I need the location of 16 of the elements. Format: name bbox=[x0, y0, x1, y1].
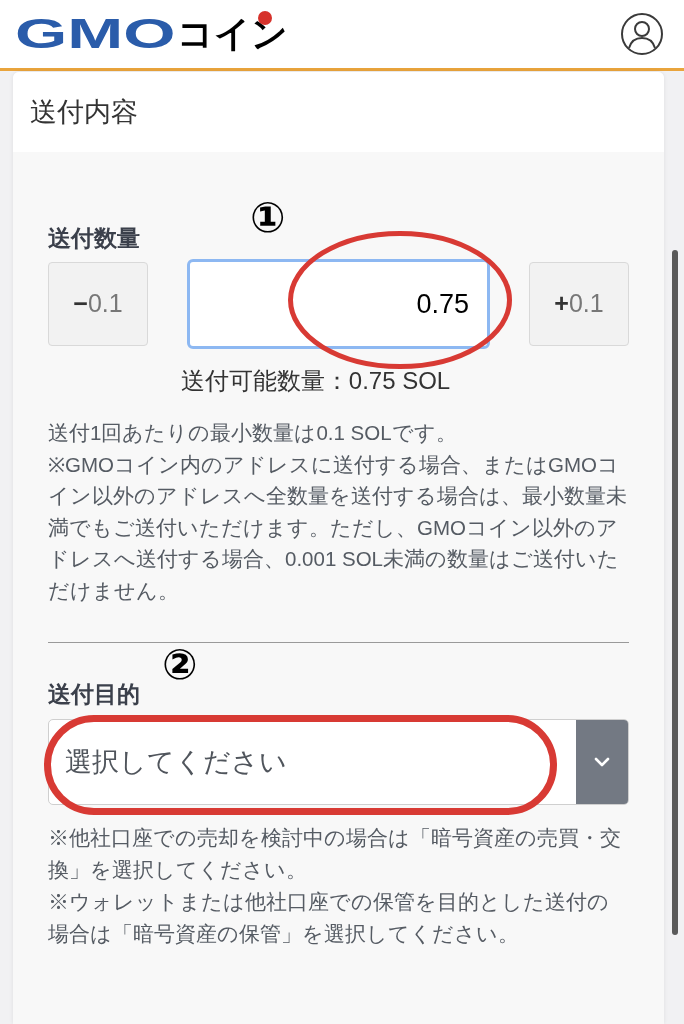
increment-button[interactable]: +0.1 bbox=[529, 262, 629, 346]
note-text: 送付1回あたりの最小数量は0.1 SOLです。 bbox=[48, 420, 458, 446]
decrement-button[interactable]: −0.1 bbox=[48, 262, 148, 346]
step-marker: ② bbox=[162, 643, 198, 687]
note-text: ※ウォレットまたは他社口座での保管を目的とした送付の場合は「暗号資産の保管」を選択してください。 bbox=[48, 889, 610, 947]
note-text: ※GMOコイン内のアドレスに送付する場合、またはGMOコイン以外のアドレスへ全数量を送付する場合は、最小数量未満でもご送付いただけます。ただし、GMOコイン以外のアドレスへ送付する場合、0.001 SOL未満の数量はご送付いただけません。 bbox=[48, 451, 628, 604]
purpose-select[interactable]: 選択してください bbox=[48, 719, 629, 805]
field-label: 送付目的 bbox=[48, 680, 140, 708]
chevron-down-icon bbox=[576, 720, 628, 804]
amount-input[interactable]: 0.75 bbox=[187, 259, 490, 349]
account-icon[interactable] bbox=[621, 13, 663, 55]
field-label: 送付数量 bbox=[48, 224, 140, 252]
step-marker: ① bbox=[250, 196, 286, 240]
card-title: 送付内容 bbox=[30, 95, 138, 129]
available-amount: 送付可能数量：0.75 SOL bbox=[179, 367, 452, 395]
note-text: ※他社口座での売却を検討中の場合は「暗号資産の売買・交換」を選択してください。 bbox=[48, 825, 622, 883]
